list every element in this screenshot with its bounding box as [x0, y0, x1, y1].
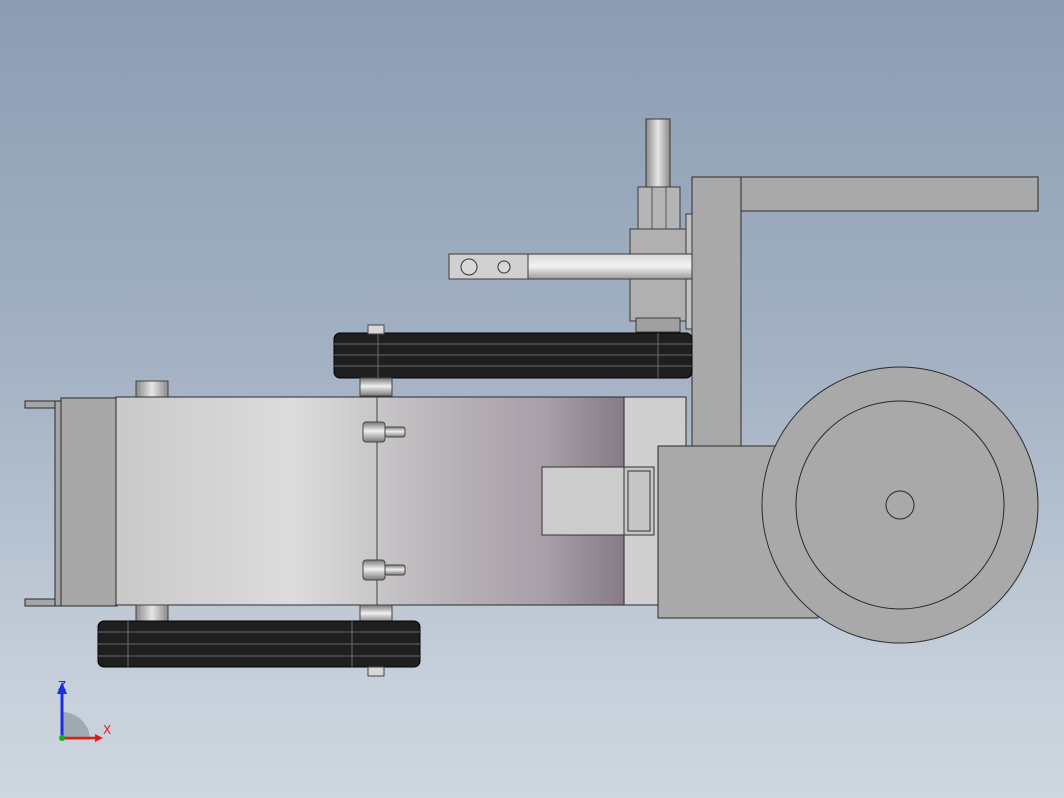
triad-plane-icon — [62, 712, 90, 740]
x-axis-label: X — [103, 723, 111, 737]
horizontal-rod[interactable] — [448, 253, 693, 280]
wheel[interactable] — [761, 366, 1039, 644]
vertical-shaft-assembly[interactable] — [629, 118, 693, 333]
upper-belt[interactable] — [333, 324, 693, 397]
y-axis-icon — [59, 735, 65, 741]
axis-triad: Z X — [57, 679, 111, 742]
z-axis-label: Z — [58, 679, 66, 693]
lower-belt[interactable] — [97, 604, 421, 677]
cad-viewport[interactable]: Z X — [0, 0, 1064, 798]
cad-model[interactable] — [0, 0, 1064, 798]
